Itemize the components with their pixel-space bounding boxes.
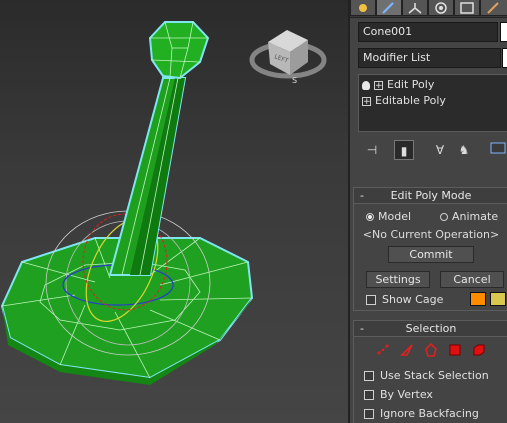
modifier-list-arrow[interactable]: [502, 48, 507, 68]
edit-poly-mode-header[interactable]: - Edit Poly Mode: [354, 188, 507, 204]
viewcube[interactable]: LEFT S: [249, 30, 327, 85]
expand-plus-icon[interactable]: +: [362, 96, 371, 106]
checkbox-label: Ignore Backfacing: [380, 407, 479, 420]
viewport[interactable]: LEFT S: [0, 0, 348, 423]
edit-poly-mode-rollout: - Edit Poly Mode Model Animate <No Curre…: [353, 187, 507, 311]
hierarchy-tab[interactable]: [402, 0, 428, 16]
make-unique-icon[interactable]: ∀: [430, 140, 450, 160]
object-color-swatch[interactable]: [500, 22, 507, 42]
settings-button[interactable]: Settings: [366, 271, 430, 288]
scene-canvas[interactable]: LEFT S: [0, 0, 348, 423]
show-cage-checkbox[interactable]: Show Cage: [366, 293, 443, 306]
checkbox-box: [364, 371, 374, 381]
cancel-button[interactable]: Cancel: [440, 271, 504, 288]
modifier-list-dropdown[interactable]: Modifier List: [358, 48, 501, 68]
border-icon[interactable]: [424, 343, 438, 357]
radio-unselected-icon: [440, 213, 448, 221]
checkbox-box: [364, 409, 374, 419]
selection-header[interactable]: - Selection: [354, 321, 507, 337]
checkbox-label: Use Stack Selection: [380, 369, 489, 382]
expand-plus-icon[interactable]: +: [374, 80, 383, 90]
radio-selected-icon: [366, 213, 374, 221]
commit-button[interactable]: Commit: [388, 246, 474, 263]
stack-item-editable-poly[interactable]: + Editable Poly: [362, 93, 446, 108]
cage-color-swatch-2[interactable]: [490, 292, 506, 306]
stack-item-label: Editable Poly: [375, 94, 446, 107]
motion-tab[interactable]: [428, 0, 454, 16]
stack-item-edit-poly[interactable]: + Edit Poly: [362, 77, 434, 92]
rollout-title: Selection: [405, 322, 457, 335]
collapse-icon[interactable]: -: [360, 188, 364, 203]
modify-tab[interactable]: [376, 0, 402, 16]
show-end-result-icon[interactable]: ▮: [394, 140, 414, 160]
utilities-tab[interactable]: [480, 0, 507, 16]
viewcube-compass-label: S: [292, 76, 297, 85]
checkbox-box: [364, 390, 374, 400]
edge-icon[interactable]: [400, 343, 414, 357]
operation-status: <No Current Operation>: [362, 228, 500, 241]
pin-stack-icon[interactable]: ⊣: [362, 140, 382, 160]
checkbox-label: Show Cage: [382, 293, 444, 306]
animate-radio[interactable]: Animate: [440, 210, 498, 223]
cage-color-swatch-1[interactable]: [470, 292, 486, 306]
element-icon[interactable]: [472, 343, 486, 357]
checkbox-box: [366, 295, 376, 305]
ignore-backfacing-checkbox[interactable]: Ignore Backfacing: [364, 407, 479, 420]
create-tab[interactable]: [350, 0, 376, 16]
stack-item-label: Edit Poly: [387, 78, 435, 91]
command-panel: Cone001 Modifier List + Edit Poly + Editab…: [348, 0, 507, 423]
rollout-title: Edit Poly Mode: [390, 189, 472, 202]
checkbox-label: By Vertex: [380, 388, 433, 401]
use-stack-selection-checkbox[interactable]: Use Stack Selection: [364, 369, 489, 382]
polygon-icon[interactable]: [448, 343, 462, 357]
command-panel-tabs: [350, 0, 507, 18]
radio-label: Model: [378, 210, 412, 223]
collapse-icon[interactable]: -: [360, 321, 364, 336]
display-tab[interactable]: [454, 0, 480, 16]
cone-knob[interactable]: [148, 21, 210, 80]
modifier-stack[interactable]: + Edit Poly + Editable Poly: [358, 74, 507, 132]
radio-label: Animate: [452, 210, 499, 223]
model-radio[interactable]: Model: [366, 210, 411, 223]
configure-modifier-sets-icon[interactable]: [488, 140, 507, 160]
lightbulb-icon[interactable]: [362, 80, 370, 90]
remove-modifier-icon[interactable]: ♞: [454, 140, 474, 160]
object-name-field[interactable]: Cone001: [358, 22, 498, 42]
by-vertex-checkbox[interactable]: By Vertex: [364, 388, 433, 401]
vertex-icon[interactable]: [376, 343, 390, 357]
